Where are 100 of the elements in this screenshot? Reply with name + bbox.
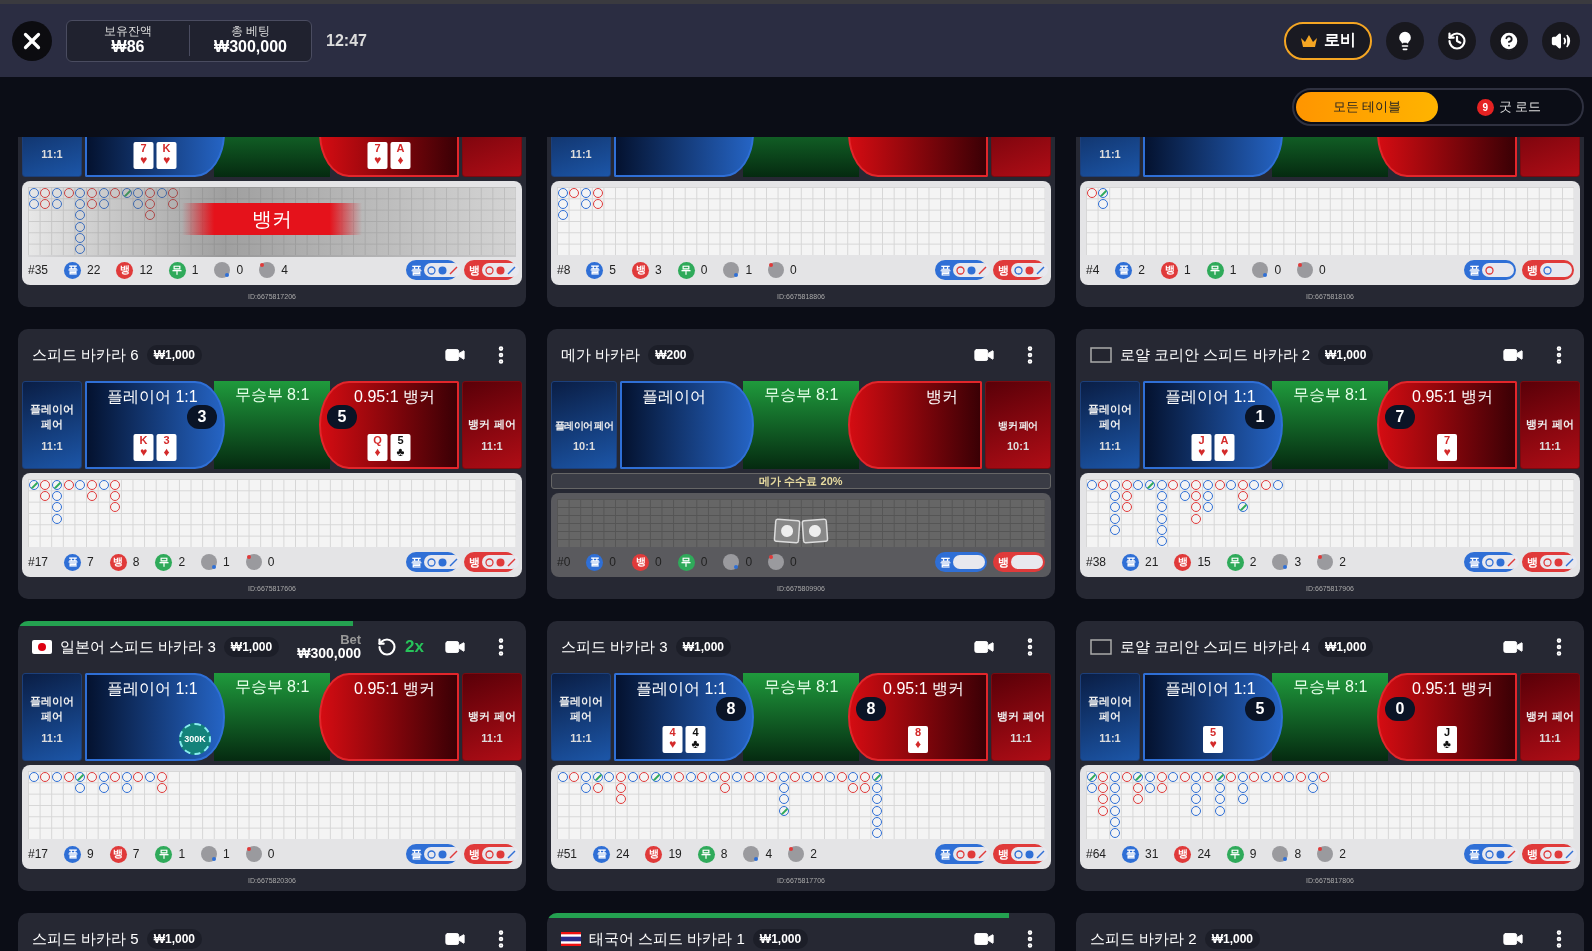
banker-pair-zone[interactable]: 뱅커 페어 11:1 [462,381,522,469]
player-pair-zone[interactable]: 플레이어 페어 11:1 [1080,673,1140,761]
player-pair-zone[interactable]: 플레이어 페어 11:1 [551,673,611,761]
predict-toggle[interactable]: 플 [1464,260,1516,280]
banker-zone[interactable]: 0.95:1 뱅커 5 Q ♦ 5 ♣ [319,381,459,469]
filter-tab[interactable]: 모든 테이블 [1296,92,1438,122]
tie-count: 1 [178,847,186,861]
predict-toggle[interactable]: 뱅 [1522,552,1574,572]
zone-label: 무승부 8:1 [763,677,839,697]
player-count: 22 [87,263,101,277]
tie-count: 0 [700,263,708,277]
mega-fee: 메가 수수료 20% [551,473,1051,489]
banker-badge: 뱅 [109,845,127,863]
player-pair-zone[interactable]: 플레이어 페어 11:1 [22,381,82,469]
banker-zone[interactable]: 7 ♥ A ♦ [319,137,459,177]
predict-toggle[interactable]: 뱅 [1522,260,1574,280]
banker-pair-count: 4 [281,263,288,277]
player-pair-count: 3 [1294,555,1302,569]
playing-card: Q ♦ [367,434,388,461]
banker-zone[interactable]: 0.95:1 뱅커 [319,673,459,761]
predict-toggle[interactable]: 플 [1464,844,1516,864]
zone-label: 플레이어 페어 [554,418,614,432]
zone-label: 플레이어 페어 [29,694,75,724]
player-zone[interactable]: 플레이어 1:1 8 4 ♥ 4 ♣ [614,673,754,761]
player-pair-zone[interactable]: 11:1 [22,137,82,177]
banker-count: 3 [655,263,662,277]
zone-label: 0.95:1 뱅커 [354,679,435,699]
lobby-button[interactable]: 로비 [1284,21,1372,60]
player-zone[interactable]: 플레이어 1:1 1 J ♥ A ♥ [1143,381,1283,469]
predict-toggle[interactable]: 플 [935,844,987,864]
player-pair-zone[interactable]: 플레이어 페어 11:1 [1080,381,1140,469]
player-zone[interactable]: 7 ♥ K ♥ [85,137,225,177]
score: 3 [187,405,217,429]
predict-toggle[interactable]: 뱅 [993,260,1045,280]
tie-badge: 무 [677,261,695,279]
player-pair-zone[interactable]: 11:1 [1080,137,1140,177]
banker-zone[interactable]: 0.95:1 뱅커 0 J ♣ [1377,673,1517,761]
predict-toggle[interactable]: 뱅 [464,552,516,572]
bet-limit: ₩1,000 [1318,637,1374,657]
playing-card: 7 ♥ [133,142,154,169]
bet-limit: ₩1,000 [146,929,203,949]
predict-toggle[interactable]: 플 [406,552,458,572]
bet-limit: ₩1,000 [1318,345,1374,365]
predict-toggle[interactable]: 뱅 [464,260,516,280]
score: 8 [716,697,746,721]
table-card[interactable]: 스피드 바카라 5 ₩1,000 [18,913,526,951]
bet-limit: ₩1,000 [752,929,809,949]
player-pair-zone[interactable]: 플레이어 페어 11:1 [22,673,82,761]
predict-toggle[interactable]: 플 [935,260,987,280]
filter-tab[interactable]: 9 굿 로드 [1438,92,1580,122]
player-zone[interactable]: 플레이어 1:1 300K [85,673,225,761]
player-pair-zone[interactable]: 11:1 [551,137,611,177]
predict-toggle[interactable]: 플 [406,260,458,280]
banker-pair-zone[interactable]: 뱅커 페어 11:1 [1520,673,1580,761]
round-number: #0 [557,555,571,569]
score: 8 [856,697,886,721]
player-zone[interactable]: 플레이어 1:1 5 5 ♥ [1143,673,1283,761]
bet-limit: ₩1,000 [146,345,203,365]
player-badge: 플 [586,553,604,571]
tie-zone[interactable]: 무승부 8:1 [743,673,859,761]
table-card[interactable]: 태국어 스피드 바카라 1 ₩1,000 [547,913,1055,951]
player-zone[interactable]: 플레이어 1:1 3 K ♥ 3 ♦ [85,381,225,469]
playing-card: J ♣ [1437,726,1457,753]
tie-count: 0 [700,555,708,569]
tie-zone[interactable]: 무승부 8:1 [1272,673,1388,761]
tie-count: 2 [178,555,186,569]
zone-label: 플레이어 페어 [1087,694,1133,724]
table-card[interactable]: 스피드 바카라 2 ₩1,000 [1076,913,1584,951]
tie-zone[interactable]: 무승부 8:1 [214,673,330,761]
banker-pair-zone[interactable]: 뱅커 페어 11:1 [1520,381,1580,469]
total-bet-value: ₩300,000 [214,38,287,56]
banker-count: 12 [139,263,153,277]
banker-zone[interactable]: 0.95:1 뱅커 8 8 ♦ [848,673,988,761]
tie-zone[interactable]: 무승부 8:1 [214,381,330,469]
odds: 11:1 [41,148,63,160]
playing-card: K ♥ [156,142,177,169]
tie-zone[interactable]: 무승부 8:1 [1272,381,1388,469]
banker-pair-zone[interactable]: 뱅커 페어 11:1 [991,673,1051,761]
predict-toggle[interactable]: 플 [406,844,458,864]
balance-value: ₩86 [111,38,145,56]
odds: 11:1 [41,440,63,452]
zone-label: 뱅커 페어 [997,709,1045,724]
banker-badge: 뱅 [1161,261,1179,279]
banker-pair-count: 0 [790,263,797,277]
odds: 11:1 [1099,732,1121,744]
predict-toggle[interactable]: 뱅 [464,844,516,864]
tie-count: 1 [1229,263,1237,277]
player-pair-count: 4 [765,847,773,861]
zone-label: 플레이어 [642,387,706,407]
banker-count: 15 [1197,555,1211,569]
table-name: 스피드 바카라 6 [32,345,139,365]
predict-toggle[interactable]: 뱅 [993,844,1045,864]
banker-zone[interactable]: 0.95:1 뱅커 7 7 ♥ [1377,381,1517,469]
odds: 10:1 [573,440,595,452]
odds: 11:1 [481,440,503,452]
table-name: 메가 바카라 [561,345,641,365]
banker-pair-zone[interactable]: 뱅커 페어 11:1 [462,673,522,761]
predict-toggle[interactable]: 뱅 [1522,844,1574,864]
table-name: 스피드 바카라 2 [1090,929,1197,949]
predict-toggle[interactable]: 플 [1464,552,1516,572]
